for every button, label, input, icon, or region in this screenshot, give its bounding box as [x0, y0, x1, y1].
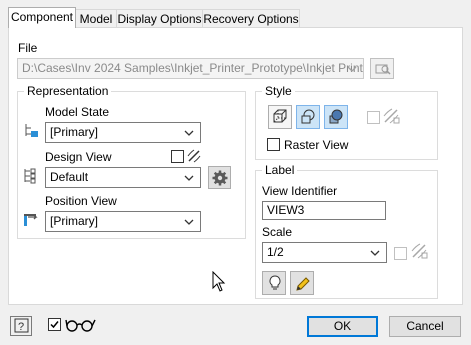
model-state-icon — [22, 122, 40, 140]
label-title: Label — [262, 163, 298, 177]
bulb-icon — [267, 275, 283, 291]
design-view-settings-button[interactable] — [208, 166, 231, 189]
position-view-icon — [22, 211, 40, 229]
chevron-down-icon — [183, 123, 195, 142]
raster-view-checkbox[interactable] — [267, 138, 280, 151]
scale-label: Scale — [262, 225, 293, 239]
style-title: Style — [262, 84, 295, 98]
position-view-value: [Primary] — [50, 214, 98, 228]
scale-select[interactable]: 1/2 — [262, 242, 387, 263]
help-button[interactable]: ? — [10, 316, 32, 336]
tab-model[interactable]: Model — [75, 9, 117, 28]
tab-recovery-options[interactable]: Recovery Options — [202, 9, 300, 28]
mouse-cursor-icon — [212, 271, 226, 293]
style-hidden-line-button[interactable] — [268, 105, 292, 129]
ok-button[interactable]: OK — [307, 316, 378, 337]
preview-checkbox[interactable] — [48, 318, 61, 331]
help-icon: ? — [14, 318, 30, 334]
design-view-icon — [22, 167, 40, 185]
chevron-down-icon — [183, 168, 195, 187]
browse-folder-icon — [375, 62, 391, 76]
hidden-line-style-icon — [272, 109, 288, 125]
view-identifier-input[interactable]: VIEW3 — [262, 201, 386, 220]
shaded-style-icon — [328, 109, 344, 125]
checkmark-icon — [50, 321, 59, 329]
associative-link-icon — [186, 148, 202, 164]
design-view-label: Design View — [45, 150, 112, 164]
design-view-value: Default — [50, 170, 89, 184]
hidden-line-removed-style-icon — [300, 109, 316, 125]
style-shaded-button[interactable] — [324, 105, 348, 129]
model-state-select[interactable]: [Primary] — [45, 122, 201, 143]
chevron-down-icon — [369, 243, 381, 262]
glasses-icon — [65, 316, 99, 332]
pencil-icon — [294, 275, 312, 293]
style-hidden-line-removed-button[interactable] — [296, 105, 320, 129]
file-label: File — [18, 41, 38, 55]
chevron-down-icon — [346, 59, 358, 78]
chevron-down-icon — [183, 212, 195, 231]
tab-component[interactable]: Component — [8, 7, 76, 28]
scale-link-icon — [409, 241, 429, 261]
model-state-value: [Primary] — [50, 125, 98, 139]
model-state-label: Model State — [45, 105, 110, 119]
representation-title: Representation — [24, 84, 112, 98]
gear-icon — [212, 170, 228, 186]
style-link-icon — [381, 106, 401, 126]
browse-file-button[interactable] — [370, 58, 394, 79]
view-identifier-label: View Identifier — [262, 184, 338, 198]
edit-view-label-button[interactable] — [290, 271, 314, 295]
position-view-label: Position View — [45, 194, 117, 208]
design-view-select[interactable]: Default — [45, 167, 201, 188]
svg-text:?: ? — [18, 321, 24, 333]
raster-view-label: Raster View — [284, 138, 349, 152]
design-view-associative-checkbox[interactable] — [171, 150, 184, 163]
cancel-button[interactable]: Cancel — [389, 316, 461, 337]
file-path-combo: D:\Cases\Inv 2024 Samples\Inkjet_Printer… — [17, 58, 364, 79]
scale-value: 1/2 — [267, 245, 284, 259]
toggle-label-visibility-button[interactable] — [262, 271, 286, 295]
position-view-select[interactable]: [Primary] — [45, 211, 201, 232]
tab-display-options[interactable]: Display Options — [116, 9, 203, 28]
scale-from-base-checkbox[interactable] — [394, 247, 407, 260]
style-from-base-checkbox[interactable] — [367, 111, 380, 124]
file-path-value: D:\Cases\Inv 2024 Samples\Inkjet_Printer… — [22, 61, 364, 75]
